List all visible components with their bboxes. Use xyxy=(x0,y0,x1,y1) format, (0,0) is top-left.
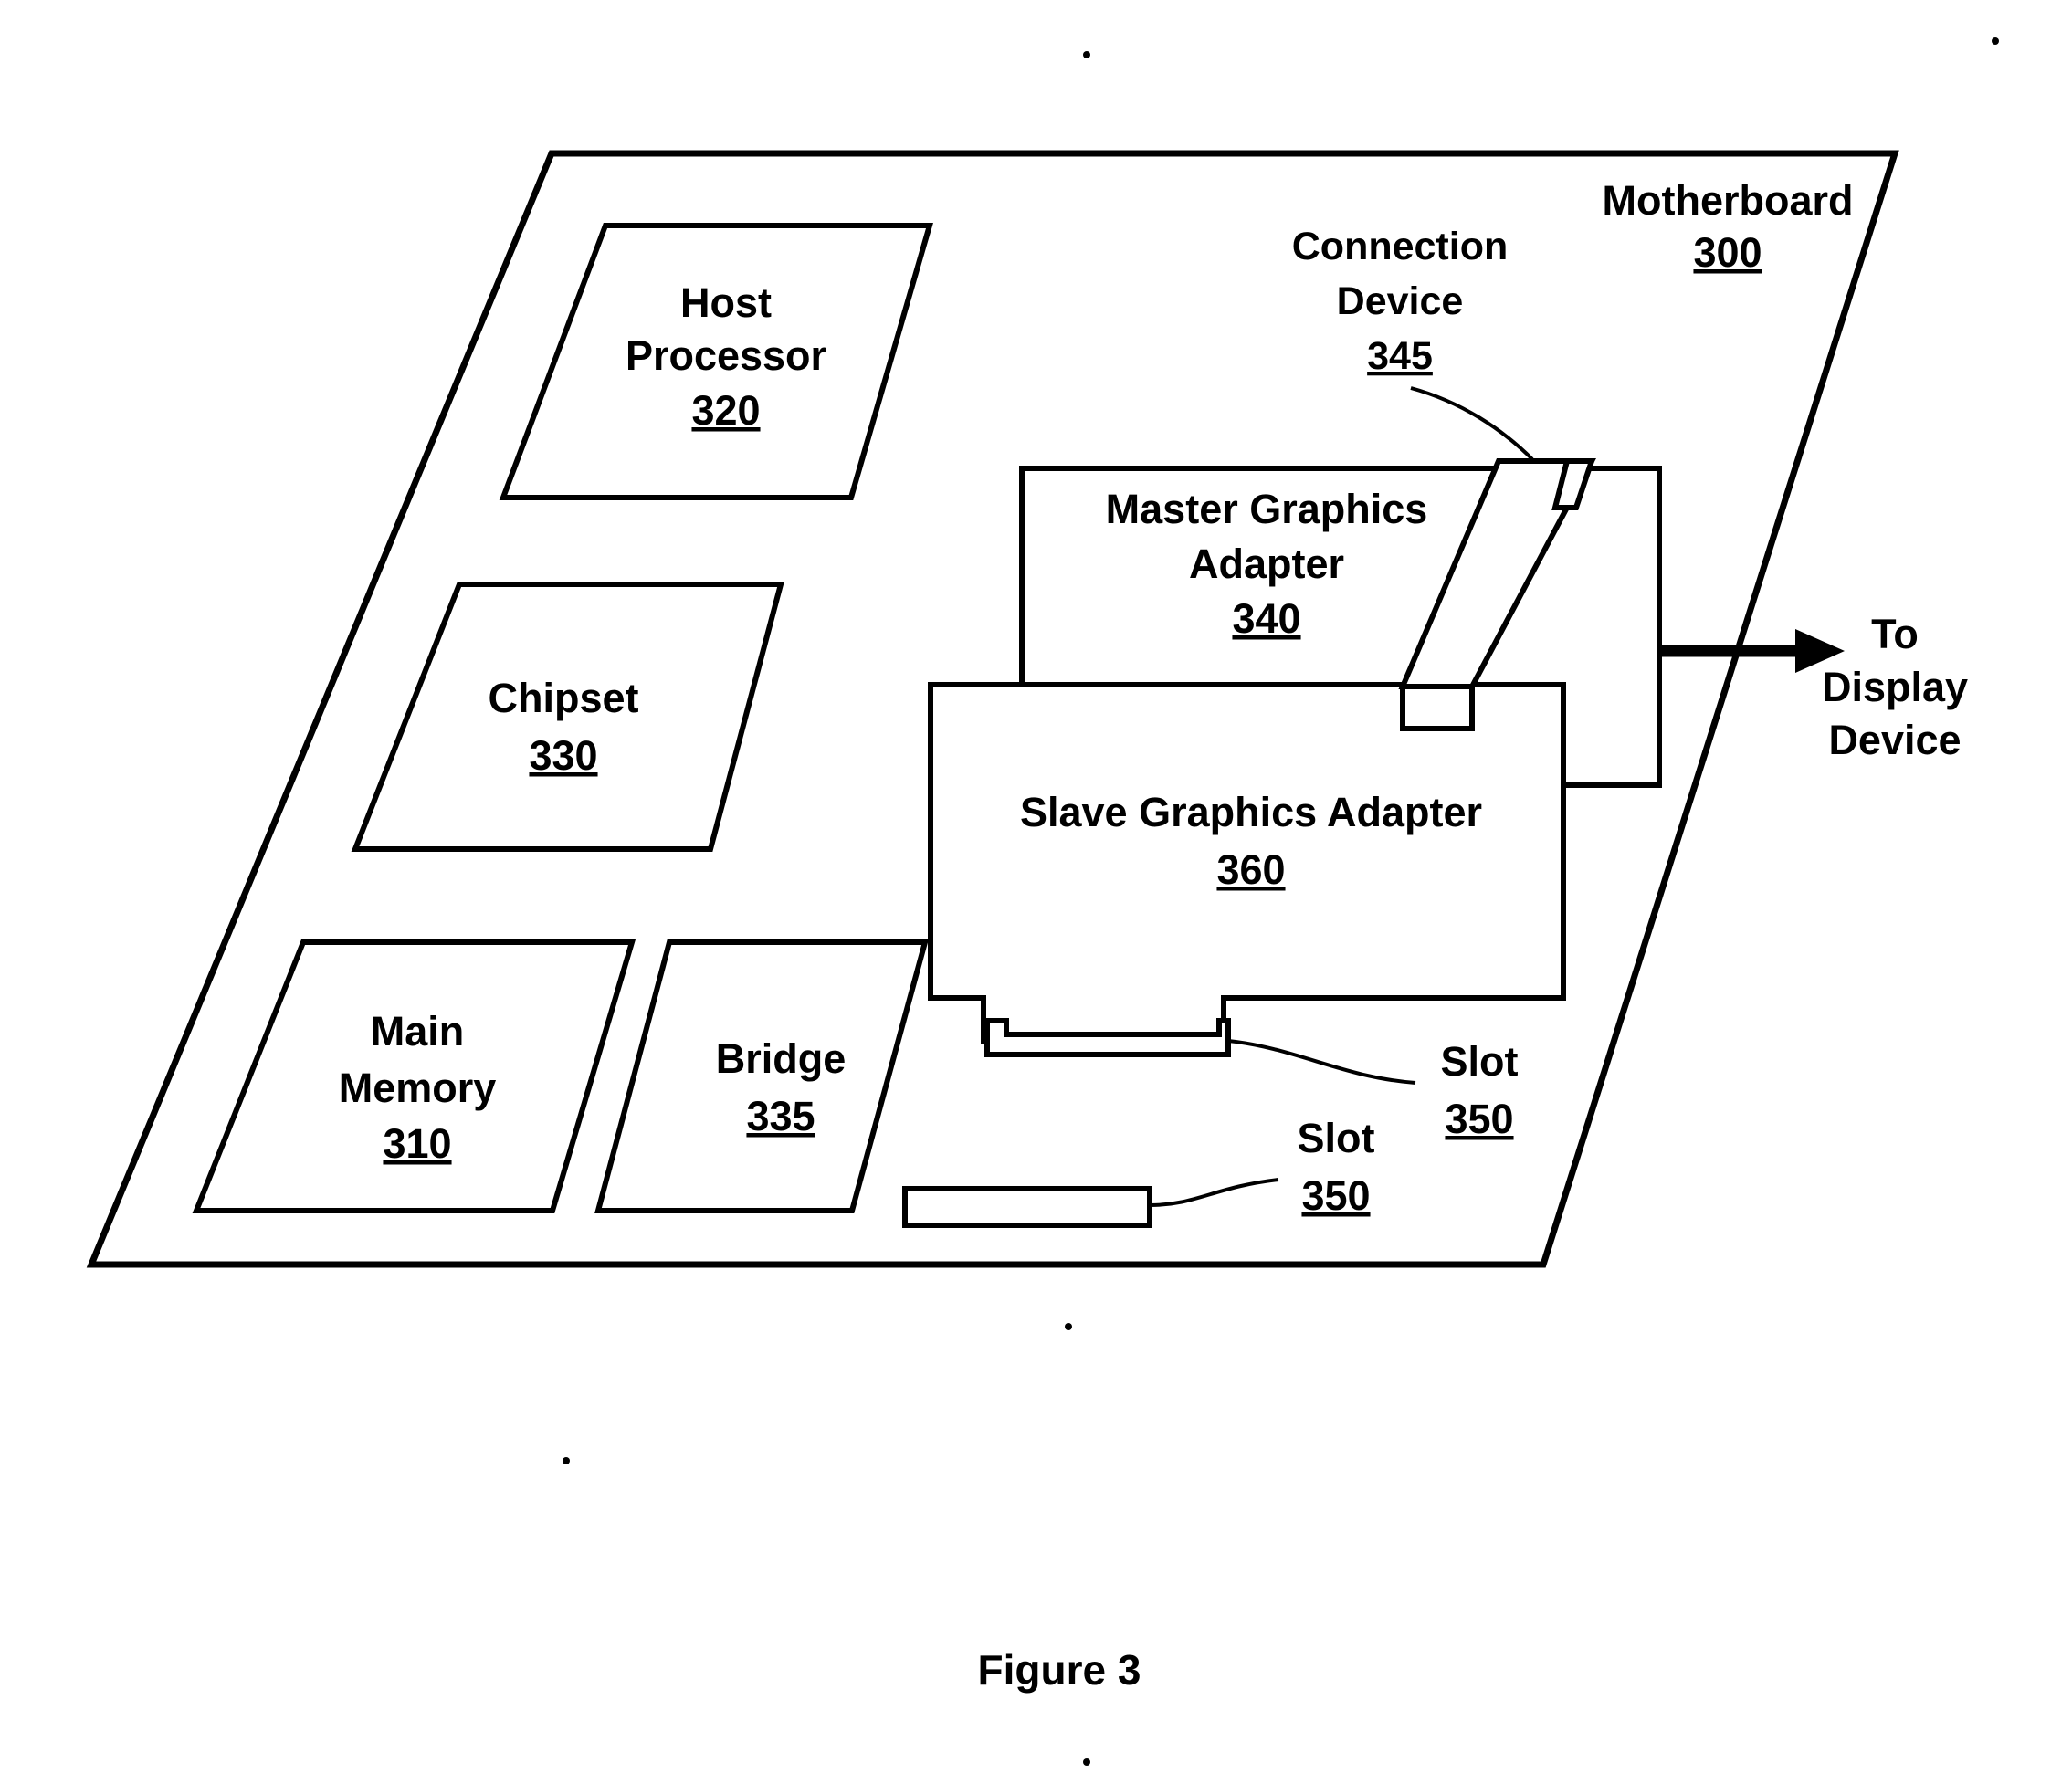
master-graphics-adapter-label-line2: Adapter xyxy=(1189,540,1344,587)
chipset-label: Chipset xyxy=(488,675,638,721)
to-display-arrow xyxy=(1659,629,1845,673)
scan-dot xyxy=(1083,1758,1090,1766)
host-processor-label-line1: Host xyxy=(680,279,772,326)
patent-figure: Motherboard 300 Connection Device 345 Ho… xyxy=(0,0,2072,1784)
motherboard-diagram: Motherboard 300 Connection Device 345 Ho… xyxy=(86,37,1999,1766)
connection-device-label-line2: Device xyxy=(1337,279,1464,323)
motherboard-label: Motherboard xyxy=(1603,177,1854,224)
main-memory-label-line1: Main xyxy=(371,1008,465,1055)
occupied-slot-ref: 350 xyxy=(1445,1096,1513,1142)
host-processor-ref: 320 xyxy=(691,387,760,434)
occupied-slot-label: Slot xyxy=(1441,1038,1519,1085)
empty-slot-label: Slot xyxy=(1298,1115,1375,1161)
scan-dot xyxy=(1065,1323,1072,1330)
connection-device-label-line1: Connection xyxy=(1292,225,1508,268)
to-display-label-line3: Device xyxy=(1828,717,1961,763)
scan-dot xyxy=(1992,37,1999,45)
main-memory-ref: 310 xyxy=(383,1120,451,1167)
connection-device-bottom-connector xyxy=(1400,684,1475,731)
scan-dot xyxy=(1083,51,1090,58)
master-graphics-adapter-label-line1: Master Graphics xyxy=(1106,486,1428,532)
slave-graphics-adapter-label: Slave Graphics Adapter xyxy=(1020,789,1482,835)
bridge-label: Bridge xyxy=(716,1035,847,1082)
to-display-label-line1: To xyxy=(1871,611,1919,657)
motherboard-ref: 300 xyxy=(1693,229,1762,276)
empty-slot-leader-line xyxy=(1149,1178,1279,1207)
figure-caption: Figure 3 xyxy=(978,1646,1141,1694)
slave-graphics-adapter-ref: 360 xyxy=(1216,846,1285,893)
chipset-ref: 330 xyxy=(529,732,597,779)
occupied-slot-leader-line xyxy=(1227,1039,1416,1085)
host-processor-label-line2: Processor xyxy=(626,332,826,379)
scan-dot xyxy=(563,1457,570,1464)
bridge-ref: 335 xyxy=(746,1093,815,1139)
main-memory-label-line2: Memory xyxy=(339,1065,497,1111)
connection-device-ref: 345 xyxy=(1367,334,1433,378)
connection-device-leader-line xyxy=(1410,386,1534,461)
empty-slot-rect xyxy=(902,1186,1152,1228)
master-graphics-adapter-ref: 340 xyxy=(1232,595,1300,642)
to-display-label-line2: Display xyxy=(1822,664,1968,710)
empty-slot-ref: 350 xyxy=(1301,1172,1370,1219)
